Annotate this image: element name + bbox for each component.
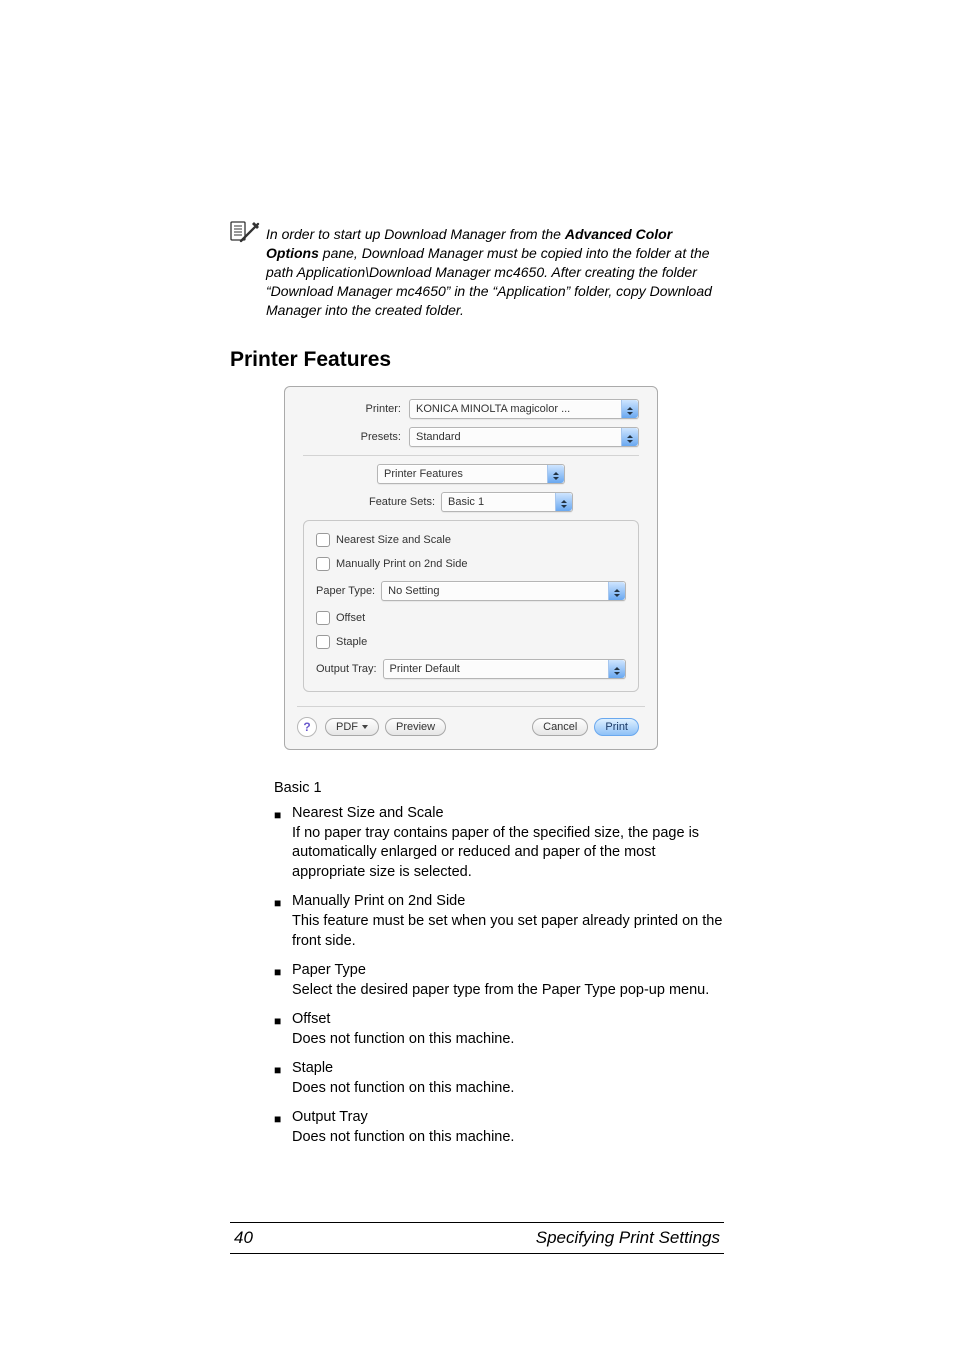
preview-button[interactable]: Preview (385, 718, 446, 736)
feature-sets-label: Feature Sets: (369, 496, 435, 508)
dropdown-stepper-icon (608, 660, 625, 678)
help-icon: ? (303, 720, 310, 734)
printer-select[interactable]: KONICA MINOLTA magicolor ... (409, 399, 639, 419)
note-icon (230, 221, 260, 248)
printer-value: KONICA MINOLTA magicolor ... (416, 403, 570, 415)
item-desc: Does not function on this machine. (292, 1079, 724, 1099)
footer-title: Specifying Print Settings (536, 1228, 724, 1248)
dropdown-stepper-icon (608, 582, 625, 600)
presets-select[interactable]: Standard (409, 427, 639, 447)
separator (297, 706, 645, 707)
bullet-icon: ■ (274, 892, 292, 951)
help-button[interactable]: ? (297, 717, 317, 737)
bullet-icon: ■ (274, 961, 292, 1000)
section-heading: Printer Features (230, 348, 724, 372)
output-tray-select[interactable]: Printer Default (383, 659, 626, 679)
item-title: Paper Type (292, 961, 724, 981)
pane-select[interactable]: Printer Features (377, 464, 565, 484)
item-title: Manually Print on 2nd Side (292, 892, 724, 912)
feature-list: ■ Nearest Size and Scale If no paper tra… (274, 804, 724, 1147)
paper-type-label: Paper Type: (316, 585, 375, 597)
list-item: ■ Nearest Size and Scale If no paper tra… (274, 804, 724, 882)
dropdown-stepper-icon (547, 465, 564, 483)
item-title: Nearest Size and Scale (292, 804, 724, 824)
offset-checkbox[interactable] (316, 611, 330, 625)
bullet-icon: ■ (274, 804, 292, 882)
bullet-icon: ■ (274, 1059, 292, 1098)
chevron-down-icon (362, 725, 368, 729)
printer-label: Printer: (303, 403, 409, 415)
item-desc: Select the desired paper type from the P… (292, 981, 724, 1001)
item-desc: Does not function on this machine. (292, 1128, 724, 1148)
nearest-size-label: Nearest Size and Scale (336, 534, 451, 546)
dropdown-stepper-icon (621, 428, 638, 446)
cancel-label: Cancel (543, 721, 577, 733)
presets-value: Standard (416, 431, 461, 443)
manual-2nd-side-label: Manually Print on 2nd Side (336, 558, 467, 570)
print-label: Print (605, 721, 628, 733)
output-tray-label: Output Tray: (316, 663, 377, 675)
print-dialog: Printer: KONICA MINOLTA magicolor ... Pr… (284, 386, 658, 750)
dropdown-stepper-icon (621, 400, 638, 418)
list-item: ■ Output Tray Does not function on this … (274, 1108, 724, 1147)
item-title: Offset (292, 1010, 724, 1030)
page-footer: 40 Specifying Print Settings (230, 1222, 724, 1254)
paper-type-select[interactable]: No Setting (381, 581, 626, 601)
pdf-button[interactable]: PDF (325, 718, 379, 736)
item-desc: This feature must be set when you set pa… (292, 912, 724, 951)
staple-checkbox[interactable] (316, 635, 330, 649)
list-item: ■ Offset Does not function on this machi… (274, 1010, 724, 1049)
subhead-basic1: Basic 1 (274, 780, 724, 796)
staple-label: Staple (336, 636, 367, 648)
options-panel: Nearest Size and Scale Manually Print on… (303, 520, 639, 692)
dropdown-stepper-icon (555, 493, 572, 511)
separator (303, 455, 639, 456)
item-title: Staple (292, 1059, 724, 1079)
output-tray-value: Printer Default (390, 663, 460, 675)
note-text: In order to start up Download Manager fr… (266, 225, 724, 320)
list-item: ■ Staple Does not function on this machi… (274, 1059, 724, 1098)
item-desc: If no paper tray contains paper of the s… (292, 824, 724, 883)
feature-sets-select[interactable]: Basic 1 (441, 492, 573, 512)
cancel-button[interactable]: Cancel (532, 718, 588, 736)
print-button[interactable]: Print (594, 718, 639, 736)
paper-type-value: No Setting (388, 585, 439, 597)
presets-label: Presets: (303, 431, 409, 443)
item-title: Output Tray (292, 1108, 724, 1128)
list-item: ■ Manually Print on 2nd Side This featur… (274, 892, 724, 951)
manual-2nd-side-checkbox[interactable] (316, 557, 330, 571)
feature-sets-value: Basic 1 (448, 496, 484, 508)
page-number: 40 (230, 1228, 253, 1248)
item-desc: Does not function on this machine. (292, 1030, 724, 1050)
pane-value: Printer Features (384, 468, 463, 480)
list-item: ■ Paper Type Select the desired paper ty… (274, 961, 724, 1000)
bullet-icon: ■ (274, 1010, 292, 1049)
note-block: In order to start up Download Manager fr… (230, 225, 724, 320)
note-pre: In order to start up Download Manager fr… (266, 226, 565, 242)
offset-label: Offset (336, 612, 365, 624)
note-post: pane, Download Manager must be copied in… (266, 245, 712, 318)
pdf-label: PDF (336, 721, 358, 733)
bullet-icon: ■ (274, 1108, 292, 1147)
nearest-size-checkbox[interactable] (316, 533, 330, 547)
preview-label: Preview (396, 721, 435, 733)
